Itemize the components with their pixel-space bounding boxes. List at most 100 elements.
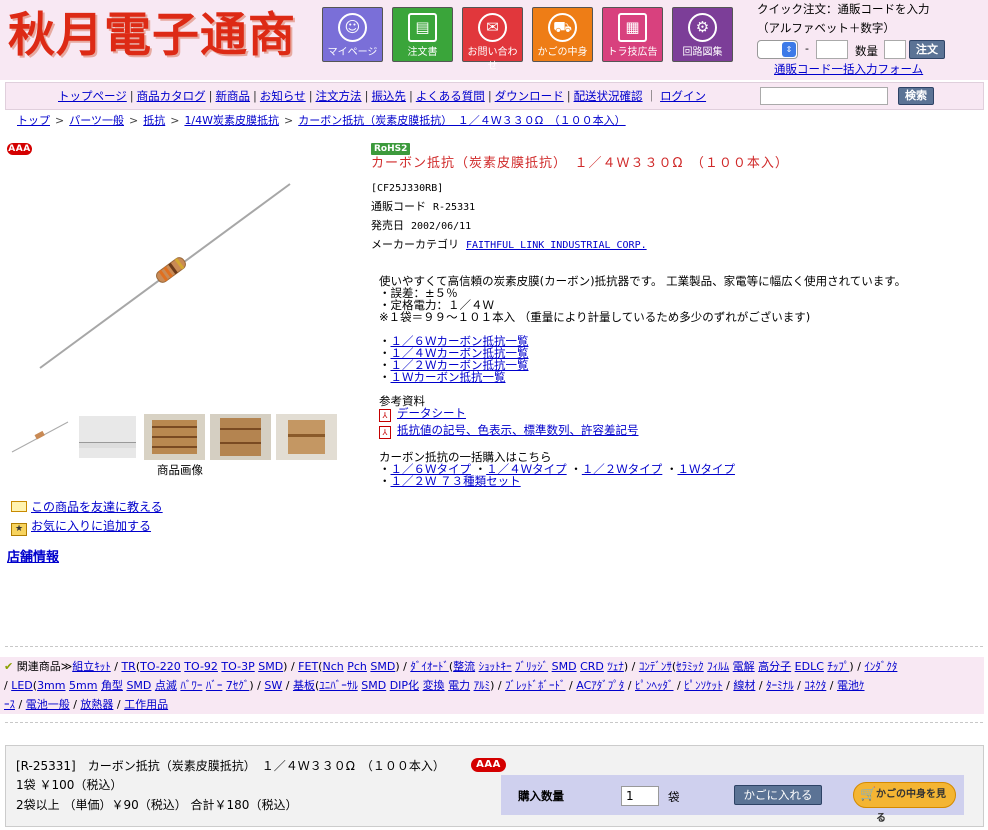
related-link[interactable]: ﾀｰﾐﾅﾙ bbox=[766, 679, 794, 692]
quantity-input[interactable] bbox=[884, 40, 906, 59]
shop-info-link[interactable]: 店舗情報 bbox=[7, 546, 59, 565]
related-link[interactable]: SW bbox=[264, 679, 282, 692]
related-link[interactable]: 工作用品 bbox=[124, 698, 168, 711]
related-link[interactable]: Pch bbox=[347, 660, 367, 673]
related-link[interactable]: ｺﾈｸﾀ bbox=[804, 679, 826, 692]
related-link[interactable]: SMD bbox=[258, 660, 283, 673]
menu-bank[interactable]: 振込先 bbox=[371, 89, 406, 103]
related-link[interactable]: ｺﾝﾃﾞﾝｻ bbox=[639, 660, 672, 673]
thumbnail-4[interactable] bbox=[210, 414, 271, 460]
menu-new[interactable]: 新商品 bbox=[216, 89, 251, 103]
related-link[interactable]: FET bbox=[298, 660, 318, 673]
related-link[interactable]: ACｱﾀﾞﾌﾟﾀ bbox=[576, 679, 624, 692]
menu-how-to-order[interactable]: 注文方法 bbox=[316, 89, 362, 103]
related-link[interactable]: 放熱器 bbox=[80, 698, 113, 711]
bulk-link-1-2w[interactable]: １／２Ｗタイプ bbox=[582, 462, 663, 476]
related-link[interactable]: 基板 bbox=[293, 679, 315, 692]
related-link[interactable]: SMD bbox=[370, 660, 395, 673]
related-link[interactable]: 5mm bbox=[69, 679, 97, 692]
menu-top[interactable]: トップページ bbox=[58, 89, 127, 103]
related-link[interactable]: 変換 bbox=[423, 679, 445, 692]
related-link[interactable]: 電解 bbox=[733, 660, 755, 673]
related-link[interactable]: 高分子 bbox=[758, 660, 791, 673]
related-link[interactable]: TO-3P bbox=[221, 660, 254, 673]
thumbnail-3[interactable] bbox=[144, 414, 205, 460]
breadcrumb-current[interactable]: カーボン抵抗（炭素皮膜抵抗） １／４Ｗ３３０Ω （１００本入） bbox=[298, 114, 625, 127]
nav-mypage-button[interactable]: ☺ マイページ bbox=[322, 7, 383, 62]
related-link[interactable]: ﾁｯﾌﾟ bbox=[827, 660, 849, 673]
related-link[interactable]: ﾂｪﾅ bbox=[607, 660, 624, 673]
related-link[interactable]: LED bbox=[11, 679, 33, 692]
search-input[interactable] bbox=[760, 87, 888, 105]
bulk-code-form-link[interactable]: 通販コード一括入力フォーム bbox=[774, 62, 923, 77]
menu-news[interactable]: お知らせ bbox=[260, 89, 306, 103]
add-to-cart-button[interactable]: かごに入れる bbox=[734, 785, 822, 805]
related-link[interactable]: ﾊﾞﾜｰ bbox=[180, 679, 202, 692]
related-link[interactable]: 電池ｹ bbox=[837, 679, 865, 692]
related-link[interactable]: 組立ｷｯﾄ bbox=[72, 660, 111, 673]
code-prefix-select[interactable]: ⇕ bbox=[757, 40, 798, 59]
related-link[interactable]: ﾀﾞｲｵｰﾄﾞ bbox=[410, 660, 449, 673]
related-link[interactable]: ﾌﾞﾘｯｼﾞ bbox=[515, 660, 548, 673]
related-link[interactable]: ｾﾗﾐｯｸ bbox=[676, 660, 704, 673]
thumbnail-2[interactable] bbox=[77, 414, 138, 460]
quick-order-button[interactable]: 注文 bbox=[909, 40, 945, 59]
related-link[interactable]: 7ｾｸﾞ bbox=[226, 679, 250, 692]
product-main-image[interactable] bbox=[30, 178, 300, 370]
tell-friend-link[interactable]: この商品を友達に教える bbox=[31, 500, 163, 514]
code-number-input[interactable] bbox=[816, 40, 848, 59]
related-link[interactable]: SMD bbox=[552, 660, 577, 673]
related-link[interactable]: TR bbox=[121, 660, 135, 673]
related-link[interactable]: 角型 bbox=[101, 679, 123, 692]
breadcrumb-parts[interactable]: パーツ一般 bbox=[69, 114, 124, 127]
search-button[interactable]: 検索 bbox=[898, 87, 934, 105]
related-link[interactable]: 点滅 bbox=[155, 679, 177, 692]
related-link[interactable]: EDLC bbox=[795, 660, 824, 673]
related-link[interactable]: SMD bbox=[361, 679, 386, 692]
related-link[interactable]: ﾕﾆﾊﾞｰｻﾙ bbox=[319, 679, 358, 692]
add-favorite-link[interactable]: お気に入りに追加する bbox=[31, 519, 151, 533]
related-link[interactable]: 3mm bbox=[37, 679, 65, 692]
menu-download[interactable]: ダウンロード bbox=[495, 89, 564, 103]
related-link[interactable]: SMD bbox=[126, 679, 151, 692]
thumbnail-1[interactable] bbox=[10, 414, 71, 460]
menu-shipping[interactable]: 配送状況確認 bbox=[574, 89, 643, 103]
bulk-link-1w[interactable]: １Ｗタイプ bbox=[677, 462, 735, 476]
related-link[interactable]: CRD bbox=[580, 660, 604, 673]
menu-faq[interactable]: よくある質問 bbox=[416, 89, 485, 103]
related-link[interactable]: 整流 bbox=[453, 660, 475, 673]
related-link[interactable]: ﾌｨﾙﾑ bbox=[707, 660, 729, 673]
site-logo[interactable]: 秋月電子通商 bbox=[8, 5, 296, 67]
breadcrumb-carbon-1-4w[interactable]: 1/4W炭素皮膜抵抗 bbox=[184, 114, 279, 127]
maker-link[interactable]: FAITHFUL LINK INDUSTRIAL CORP. bbox=[466, 240, 647, 251]
related-link[interactable]: TO-92 bbox=[184, 660, 218, 673]
datasheet-link[interactable]: データシート bbox=[397, 406, 466, 420]
thumbnail-5[interactable] bbox=[276, 414, 337, 460]
related-link[interactable]: DIP化 bbox=[390, 679, 419, 692]
nav-toragi-ad-button[interactable]: ▦ トラ技広告 bbox=[602, 7, 663, 62]
menu-catalog[interactable]: 商品カタログ bbox=[137, 89, 206, 103]
related-link[interactable]: ｼｮｯﾄｷｰ bbox=[479, 660, 512, 673]
related-link[interactable]: ﾋﾟﾝｿｹｯﾄ bbox=[684, 679, 723, 692]
nav-order-form-button[interactable]: ▤ 注文書 bbox=[392, 7, 453, 62]
related-link[interactable]: Nch bbox=[322, 660, 343, 673]
menu-login[interactable]: ログイン bbox=[660, 89, 706, 103]
related-link[interactable]: ﾊﾞｰ bbox=[206, 679, 223, 692]
related-link[interactable]: ｰｽ bbox=[4, 698, 15, 711]
nav-circuit-button[interactable]: ⚙ 回路図集 bbox=[672, 7, 733, 62]
related-link[interactable]: 電力 bbox=[448, 679, 470, 692]
purchase-qty-input[interactable]: 1 bbox=[621, 786, 659, 806]
related-link[interactable]: ﾌﾞﾚｯﾄﾞﾎﾞｰﾄﾞ bbox=[505, 679, 566, 692]
breadcrumb-resistor[interactable]: 抵抗 bbox=[143, 114, 165, 127]
view-cart-button[interactable]: 🛒 かごの中身を見る bbox=[853, 782, 956, 824]
related-link[interactable]: ｲﾝﾀﾞｸﾀ bbox=[864, 660, 897, 673]
list-link-1w[interactable]: １Ｗカーボン抵抗一覧 bbox=[391, 370, 506, 384]
related-link[interactable]: ﾋﾟﾝﾍｯﾀﾞ bbox=[635, 679, 674, 692]
bulk-link-set[interactable]: １／２Ｗ ７３種類セット bbox=[391, 474, 521, 488]
related-link[interactable]: ｱﾙﾐ bbox=[474, 679, 491, 692]
breadcrumb-top[interactable]: トップ bbox=[17, 114, 50, 127]
nav-cart-button[interactable]: ⛟ かごの中身 bbox=[532, 7, 593, 62]
related-link[interactable]: TO-220 bbox=[140, 660, 181, 673]
related-link[interactable]: 線材 bbox=[733, 679, 755, 692]
nav-contact-button[interactable]: ✉ お問い合わせ bbox=[462, 7, 523, 72]
